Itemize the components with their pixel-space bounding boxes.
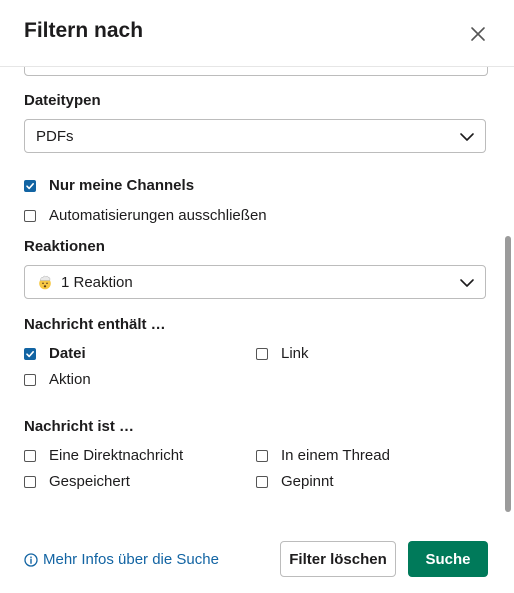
is-saved-checkbox[interactable]: Gespeichert [24,473,130,490]
search-info-link[interactable]: Mehr Infos über die Suche [24,551,219,568]
reactions-selected-value: 1 Reaktion [61,273,133,291]
close-icon [471,27,485,41]
is-in-thread-checkbox[interactable]: In einem Thread [256,447,390,464]
filetypes-selected-value: PDFs [36,127,74,145]
checkbox-unchecked-icon [256,449,268,462]
contains-link-label: Link [281,345,309,362]
contains-action-label: Aktion [49,371,91,388]
search-info-link-label: Mehr Infos über die Suche [43,551,219,568]
filetypes-select[interactable]: PDFs [24,119,486,153]
is-direct-message-label: Eine Direktnachricht [49,447,184,464]
clear-filters-button[interactable]: Filter löschen [280,541,396,577]
filetypes-label: Dateitypen [24,92,101,109]
is-pinned-label: Gepinnt [281,473,334,490]
message-is-label: Nachricht ist … [24,418,135,435]
modal-title: Filtern nach [24,19,144,42]
checkbox-unchecked-icon [256,475,268,488]
checkbox-checked-icon [24,347,36,360]
only-my-channels-checkbox[interactable]: Nur meine Channels [24,177,194,194]
exclude-automations-label: Automatisierungen ausschließen [49,207,267,224]
contains-file-checkbox[interactable]: Datei [24,345,86,362]
filter-modal: Dateitypen PDFs Nur meine Channels Autom… [0,0,514,593]
chevron-down-icon [460,279,474,287]
search-button[interactable]: Suche [408,541,488,577]
info-icon [24,552,38,567]
close-button[interactable] [466,22,490,46]
only-my-channels-label: Nur meine Channels [49,177,195,194]
is-direct-message-checkbox[interactable]: Eine Direktnachricht [24,447,183,464]
scrollbar-thumb[interactable] [505,236,511,512]
checkbox-unchecked-icon [24,373,36,386]
message-contains-label: Nachricht enthält … [24,316,166,333]
reactions-label: Reaktionen [24,238,105,255]
reactions-select[interactable]: 1 Reaktion [24,265,486,299]
contains-action-checkbox[interactable]: Aktion [24,371,91,388]
exclude-automations-checkbox[interactable]: Automatisierungen ausschließen [24,207,267,224]
checkbox-unchecked-icon [256,347,268,360]
exploding-head-emoji-icon [39,275,51,290]
modal-footer: Mehr Infos über die Suche Filter löschen… [0,520,514,593]
checkbox-unchecked-icon [24,449,36,462]
is-saved-label: Gespeichert [49,473,130,490]
checkbox-unchecked-icon [24,475,36,488]
contains-file-label: Datei [49,345,86,362]
checkbox-checked-icon [24,179,36,192]
checkbox-unchecked-icon [24,209,36,222]
modal-header: Filtern nach [0,0,514,67]
filter-body: Dateitypen PDFs Nur meine Channels Autom… [0,0,514,520]
is-in-thread-label: In einem Thread [281,447,390,464]
chevron-down-icon [460,133,474,141]
contains-link-checkbox[interactable]: Link [256,345,309,362]
is-pinned-checkbox[interactable]: Gepinnt [256,473,334,490]
